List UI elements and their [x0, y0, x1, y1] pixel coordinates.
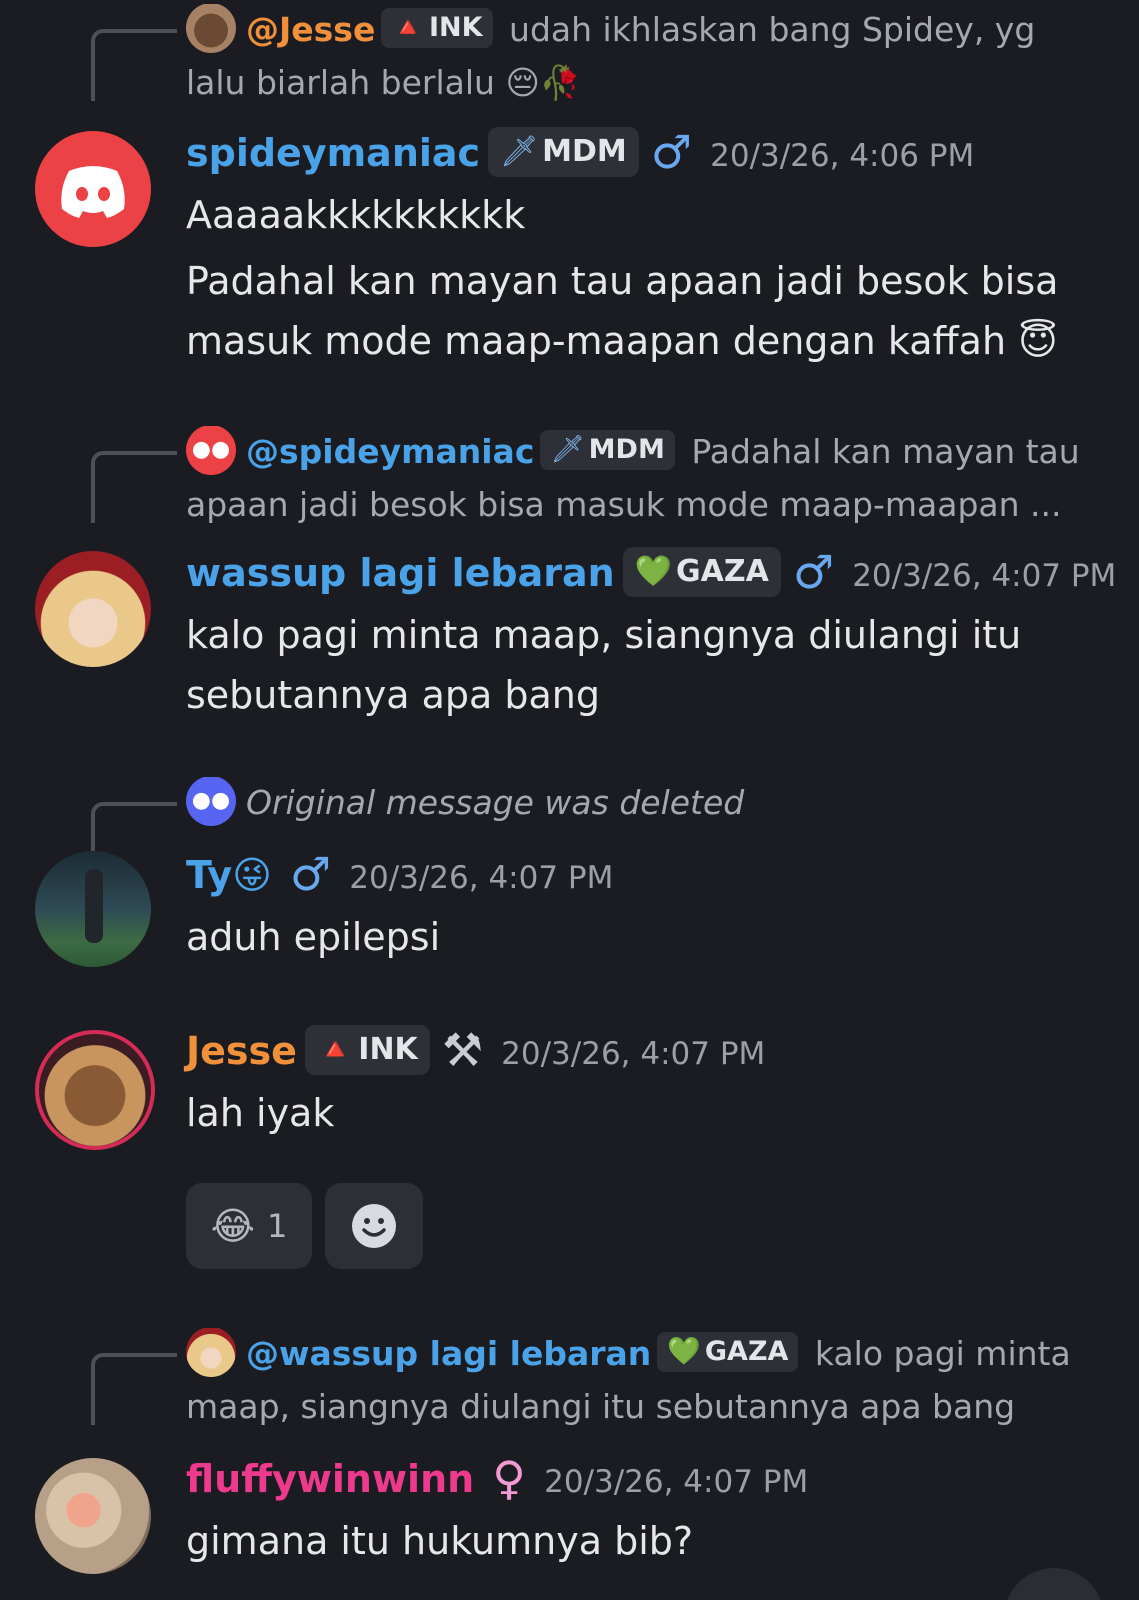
- message-body: kalo pagi minta maap, siangnya diulangi …: [186, 605, 1099, 725]
- message-line: kalo pagi minta maap, siangnya diulangi …: [186, 613, 1022, 657]
- message-header: wassup lagi lebaran 💚 GAZA ♂ 20/3/26, 4:07 …: [186, 543, 1119, 606]
- author-name[interactable]: Jesse: [186, 1029, 297, 1073]
- reply-text-line2: apaan jadi besok bisa masuk mode maap-ma…: [186, 484, 1062, 524]
- message-line: masuk mode maap-maapan dengan kaffah 😇: [186, 319, 1058, 363]
- message-header: spideymaniac 🗡 MDM ♂ 20/3/26, 4:06 PM: [186, 123, 1119, 186]
- dog-avatar-icon: [186, 4, 236, 53]
- discord-logo-icon: [61, 166, 125, 218]
- reply-connector: [91, 451, 177, 523]
- author-name[interactable]: fluffywinwinn: [186, 1457, 474, 1501]
- reply-preview[interactable]: @wassup lagi lebaran 💚 GAZA kalo pagi mint…: [186, 1328, 1079, 1433]
- anime-avatar-icon: [186, 1328, 236, 1377]
- message-body: aduh epilepsi: [186, 907, 1099, 967]
- reaction-count: 1: [267, 1207, 288, 1245]
- reply-connector: [91, 29, 177, 101]
- timestamp: 20/3/26, 4:07 PM: [852, 558, 1117, 594]
- message-line: Padahal kan mayan tau apaan jadi besok b…: [186, 259, 1059, 303]
- reply-preview[interactable]: @Jesse 🔺 INK udah ikhlaskan bang Spidey, y…: [186, 4, 1079, 109]
- male-icon: ♂: [289, 846, 332, 901]
- person-figure: [85, 869, 103, 943]
- message-body: Aaaaakkkkkkkkkk Padahal kan mayan tau ap…: [186, 185, 1099, 371]
- reply-author[interactable]: @Jesse: [246, 10, 375, 49]
- tools-icon: ⚒: [441, 1022, 484, 1077]
- reply-text-line2: lalu biarlah berlalu 😔🥀: [186, 62, 581, 102]
- role-tag[interactable]: 🔺 INK: [304, 1024, 430, 1075]
- message-body: lah iyak: [186, 1083, 1099, 1143]
- reply-role-tag: 🔺 INK: [381, 7, 493, 48]
- laughing-emoji-icon: 😂: [210, 1204, 256, 1248]
- add-reaction-icon: [352, 1204, 396, 1248]
- reply-role-tag: 🗡 MDM: [540, 429, 675, 470]
- flower-avatar-icon[interactable]: [35, 1458, 151, 1574]
- male-icon: ♂: [792, 544, 835, 599]
- timestamp: 20/3/26, 4:07 PM: [544, 1464, 809, 1500]
- message-header: Jesse 🔺 INK ⚒ 20/3/26, 4:07 PM: [186, 1021, 1119, 1084]
- male-icon: ♂: [650, 124, 693, 179]
- discord-logo-icon: ●●: [186, 426, 236, 475]
- timestamp: 20/3/26, 4:07 PM: [501, 1036, 766, 1072]
- message-line: sebutannya apa bang: [186, 673, 600, 717]
- reply-connector: [91, 802, 177, 852]
- author-name[interactable]: spideymaniac: [186, 131, 480, 175]
- reply-connector: [91, 1353, 177, 1425]
- message-line: aduh epilepsi: [186, 915, 441, 959]
- floating-action-button[interactable]: [1004, 1568, 1104, 1600]
- reply-role-tag: 💚 GAZA: [657, 1331, 799, 1372]
- anime-avatar-icon[interactable]: [35, 551, 151, 667]
- message-line: lah iyak: [186, 1091, 335, 1135]
- female-icon: ♀: [492, 1450, 526, 1505]
- avatar[interactable]: [35, 131, 151, 247]
- timestamp: 20/3/26, 4:06 PM: [710, 138, 975, 174]
- dog-avatar-icon[interactable]: [35, 1030, 155, 1150]
- reply-text: Padahal kan mayan tau: [691, 432, 1079, 471]
- deleted-message-notice: Original message was deleted: [246, 783, 745, 822]
- reaction-laughing[interactable]: 😂 1: [186, 1183, 312, 1269]
- role-tag[interactable]: 🗡 MDM: [488, 126, 639, 177]
- reply-author[interactable]: @spideymaniac: [246, 432, 534, 471]
- reply-text: udah ikhlaskan bang Spidey, yg: [509, 10, 1036, 49]
- reply-author[interactable]: @wassup lagi lebaran: [246, 1334, 651, 1373]
- reply-preview[interactable]: ●● @spideymaniac 🗡 MDM Padahal kan mayan ta…: [186, 426, 1079, 531]
- message-header: fluffywinwinn ♀ 20/3/26, 4:07 PM: [186, 1449, 1119, 1512]
- message-header: Ty😜 ♂ 20/3/26, 4:07 PM: [186, 845, 1119, 908]
- message-body: gimana itu hukumnya bib?: [186, 1511, 1099, 1571]
- message-line: Aaaaakkkkkkkkkk: [186, 193, 526, 237]
- message-line: gimana itu hukumnya bib?: [186, 1519, 694, 1563]
- author-name[interactable]: wassup lagi lebaran: [186, 551, 615, 595]
- role-tag[interactable]: 💚 GAZA: [622, 546, 781, 597]
- author-name[interactable]: Ty😜: [186, 853, 272, 897]
- photo-avatar-icon[interactable]: [35, 851, 151, 967]
- reply-text-line2: maap, siangnya diulangi itu sebutannya a…: [186, 1386, 1016, 1426]
- add-reaction-button[interactable]: [325, 1183, 423, 1269]
- reply-preview[interactable]: ●● Original message was deleted: [186, 777, 1079, 830]
- reply-text: kalo pagi minta: [814, 1334, 1071, 1373]
- discord-logo-icon: ●●: [186, 777, 236, 826]
- timestamp: 20/3/26, 4:07 PM: [349, 860, 614, 896]
